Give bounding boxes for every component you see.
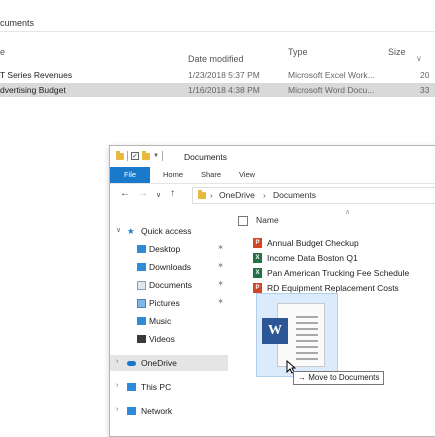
nav-label: Downloads — [149, 262, 192, 272]
background-window-title: cuments — [0, 18, 35, 28]
background-divider — [0, 31, 435, 32]
breadcrumb-onedrive[interactable]: OneDrive — [219, 190, 255, 200]
file-name: RD Equipment Replacement Costs — [267, 283, 399, 293]
powerpoint-file-icon: P — [253, 283, 262, 293]
tab-share[interactable]: Share — [196, 167, 226, 183]
pictures-icon — [137, 299, 146, 308]
move-arrow-icon: → — [298, 373, 306, 382]
nav-label: Quick access — [141, 226, 192, 236]
file-name: Annual Budget Checkup — [267, 238, 359, 248]
word-document-icon: W — [262, 318, 288, 344]
nav-label: Videos — [149, 334, 175, 344]
column-size-header[interactable]: Size — [388, 47, 406, 57]
breadcrumb-documents[interactable]: Documents — [273, 190, 316, 200]
nav-downloads[interactable]: Downloads ✶ — [110, 259, 228, 275]
pin-icon[interactable]: ✶ — [217, 243, 224, 252]
background-file-row[interactable]: T Series Revenues 1/23/2018 5:37 PM Micr… — [0, 68, 435, 82]
ribbon-tabs: File Home Share View — [110, 167, 435, 184]
pin-icon[interactable]: ✶ — [217, 297, 224, 306]
videos-icon — [137, 335, 146, 343]
nav-label: Pictures — [149, 298, 180, 308]
nav-label: Music — [149, 316, 172, 326]
expand-chevron-icon[interactable]: › — [116, 358, 118, 365]
pin-icon[interactable]: ✶ — [217, 261, 224, 270]
divider — [161, 151, 163, 161]
nav-documents[interactable]: Documents ✶ — [110, 277, 228, 293]
nav-label: Documents — [149, 280, 192, 290]
back-arrow-icon[interactable]: ← — [120, 189, 130, 199]
customize-toolbar-dropdown-icon[interactable]: ▼ — [153, 153, 159, 159]
folder-icon — [198, 190, 206, 199]
computer-icon — [127, 383, 136, 391]
tooltip-text: Move to Documents — [308, 373, 380, 382]
nav-desktop[interactable]: Desktop ✶ — [110, 241, 228, 257]
recent-locations-chevron-icon[interactable]: ∨ — [156, 191, 161, 201]
address-bar-row: ← → ∨ ↑ › OneDrive › Documents — [110, 184, 435, 206]
nav-label: Desktop — [149, 244, 181, 254]
tab-home[interactable]: Home — [158, 167, 188, 183]
background-file-row-selected[interactable]: dvertising Budget 1/16/2018 4:38 PM Micr… — [0, 83, 435, 97]
breadcrumb-separator-icon: › — [263, 190, 266, 200]
new-folder-icon[interactable] — [142, 150, 150, 160]
file-name: T Series Revenues — [0, 70, 73, 80]
file-name: Income Data Boston Q1 — [267, 253, 358, 263]
file-explorer-window: ✓ ▼ Documents File Home Share View ← → ∨… — [109, 145, 435, 437]
nav-videos[interactable]: Videos — [110, 331, 228, 347]
nav-quick-access[interactable]: ∨ ★ Quick access — [110, 223, 228, 239]
column-name-header[interactable]: Name — [256, 215, 279, 225]
column-header: Name ∧ — [235, 209, 435, 230]
cloud-icon — [127, 361, 136, 366]
column-type-header[interactable]: Type — [288, 47, 308, 57]
file-date: 1/16/2018 4:38 PM — [188, 85, 260, 95]
nav-this-pc[interactable]: › This PC — [110, 379, 228, 395]
drag-ghost: W — [256, 293, 338, 377]
file-size: 33 — [420, 85, 430, 95]
nav-music[interactable]: Music — [110, 313, 228, 329]
nav-network[interactable]: › Network — [110, 403, 228, 419]
file-date: 1/23/2018 5:37 PM — [188, 70, 260, 80]
tab-view[interactable]: View — [234, 167, 260, 183]
breadcrumb-separator-icon: › — [210, 190, 213, 200]
file-type: Microsoft Word Docu... — [288, 85, 375, 95]
window-title: Documents — [184, 152, 227, 162]
network-icon — [127, 407, 136, 415]
excel-file-icon: X — [253, 268, 262, 278]
expand-chevron-icon[interactable]: › — [116, 406, 118, 413]
nav-label: This PC — [141, 382, 172, 392]
move-tooltip: → Move to Documents — [293, 371, 385, 385]
excel-file-icon: X — [253, 253, 262, 263]
expand-chevron-icon[interactable]: › — [116, 382, 118, 389]
sort-chevron-icon: ∨ — [416, 54, 422, 63]
forward-arrow-icon[interactable]: → — [138, 189, 148, 199]
music-icon — [137, 317, 146, 325]
star-icon: ★ — [127, 226, 135, 236]
nav-onedrive[interactable]: › OneDrive — [110, 355, 228, 371]
documents-icon — [137, 281, 146, 290]
nav-pictures[interactable]: Pictures ✶ — [110, 295, 228, 311]
folder-icon — [116, 150, 124, 160]
file-type: Microsoft Excel Work... — [288, 70, 375, 80]
column-name-header[interactable]: e — [0, 47, 5, 57]
divider — [127, 151, 128, 161]
nav-label: OneDrive — [141, 358, 177, 368]
downloads-icon — [137, 263, 146, 271]
powerpoint-file-icon: P — [253, 238, 262, 248]
pin-icon[interactable]: ✶ — [217, 279, 224, 288]
properties-icon[interactable]: ✓ — [131, 152, 139, 160]
select-all-checkbox[interactable] — [238, 216, 248, 226]
file-size: 20 — [420, 70, 430, 80]
navigation-pane: ∨ ★ Quick access Desktop ✶ Downloads ✶ D… — [110, 206, 228, 436]
tab-file[interactable]: File — [110, 167, 150, 183]
quick-access-toolbar: ✓ ▼ — [116, 150, 163, 161]
title-bar[interactable]: ✓ ▼ Documents — [110, 146, 435, 167]
address-box[interactable]: › OneDrive › Documents — [192, 187, 435, 204]
file-name: Pan American Trucking Fee Schedule — [267, 268, 410, 278]
file-name: dvertising Budget — [0, 85, 66, 95]
sort-chevron-icon: ∧ — [345, 209, 351, 216]
up-arrow-icon[interactable]: ↑ — [170, 189, 175, 199]
expand-chevron-icon[interactable]: ∨ — [116, 226, 121, 234]
document-lines — [296, 316, 318, 364]
desktop-icon — [137, 245, 146, 253]
background-column-header: e ∨ Date modified Type Size — [0, 47, 422, 64]
